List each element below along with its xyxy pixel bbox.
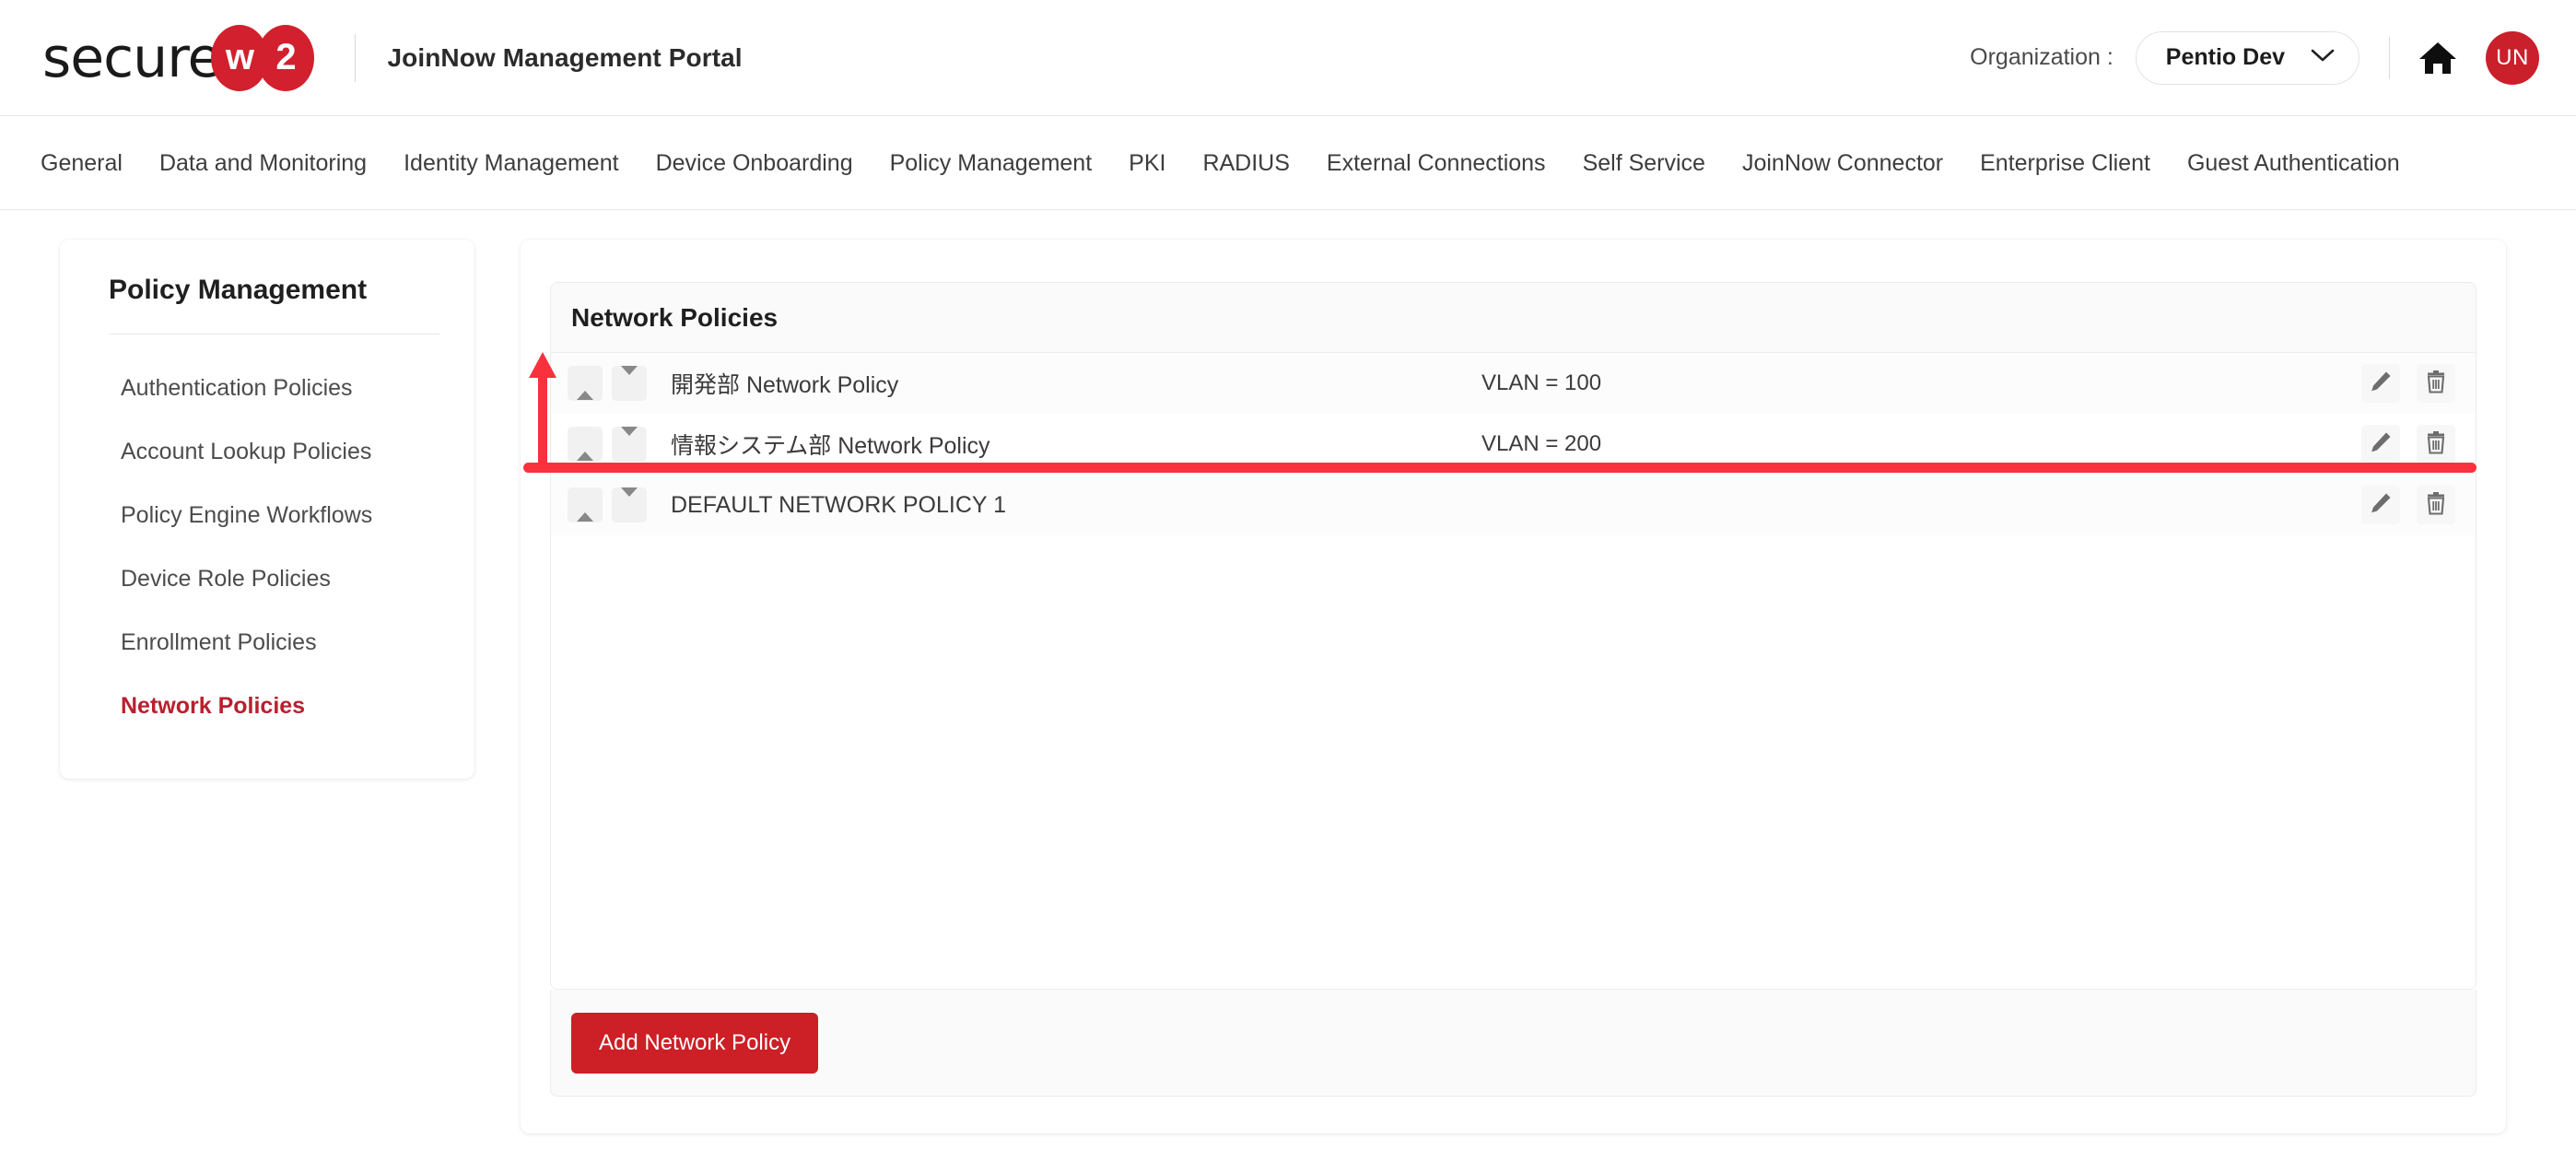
trash-icon xyxy=(2425,370,2447,398)
row-reorder-controls xyxy=(568,487,647,522)
sidebar-item-enrollment-policies[interactable]: Enrollment Policies xyxy=(60,611,474,675)
pencil-icon xyxy=(2369,430,2393,459)
table-row: 情報システム部 Network Policy VLAN = 200 xyxy=(551,414,2476,475)
securew2-logo[interactable]: secure w 2 xyxy=(42,24,315,91)
row-reorder-controls xyxy=(568,427,647,462)
arrow-up-icon xyxy=(577,375,593,400)
panel-footer: Add Network Policy xyxy=(550,990,2476,1097)
header-divider xyxy=(2389,36,2390,79)
nav-item-identity-management[interactable]: Identity Management xyxy=(385,116,637,210)
top-header-bar: secure w 2 JoinNow Management Portal Org… xyxy=(0,0,2576,116)
pencil-icon xyxy=(2369,491,2393,520)
policy-vlan: VLAN = 200 xyxy=(1481,431,1602,456)
network-policies-card: Network Policies 開発部 Network Policy VLAN … xyxy=(521,240,2506,1133)
page-body: Policy Management Authentication Policie… xyxy=(0,210,2576,1174)
policy-table-body: 開発部 Network Policy VLAN = 100 情報システム部 Netw… xyxy=(551,353,2476,989)
nav-item-radius[interactable]: RADIUS xyxy=(1184,116,1307,210)
nav-item-pki[interactable]: PKI xyxy=(1110,116,1184,210)
table-row: 開発部 Network Policy VLAN = 100 xyxy=(551,353,2476,414)
sidebar-card: Policy Management Authentication Policie… xyxy=(60,240,474,779)
logo-ovals: w 2 xyxy=(211,24,315,91)
policy-name: DEFAULT NETWORK POLICY 1 xyxy=(671,491,1006,518)
table-row: DEFAULT NETWORK POLICY 1 xyxy=(551,475,2476,535)
nav-item-device-onboarding[interactable]: Device Onboarding xyxy=(638,116,872,210)
sidebar-item-device-role-policies[interactable]: Device Role Policies xyxy=(60,547,474,611)
organization-selector[interactable]: Pentio Dev xyxy=(2135,30,2359,85)
nav-item-joinnow-connector[interactable]: JoinNow Connector xyxy=(1724,116,1961,210)
nav-item-guest-authentication[interactable]: Guest Authentication xyxy=(2169,116,2418,210)
page-title: JoinNow Management Portal xyxy=(387,42,743,72)
sidebar-item-authentication-policies[interactable]: Authentication Policies xyxy=(60,357,474,420)
row-actions xyxy=(2361,425,2455,464)
arrow-down-icon xyxy=(621,427,638,452)
nav-item-policy-management[interactable]: Policy Management xyxy=(872,116,1111,210)
move-down-button[interactable] xyxy=(612,427,647,462)
edit-policy-button[interactable] xyxy=(2361,425,2400,464)
add-network-policy-button[interactable]: Add Network Policy xyxy=(571,1012,819,1074)
nav-item-external-connections[interactable]: External Connections xyxy=(1308,116,1564,210)
sidebar-list: Authentication Policies Account Lookup Po… xyxy=(60,335,474,738)
edit-policy-button[interactable] xyxy=(2361,486,2400,524)
logo-wordmark: secure xyxy=(42,25,221,90)
sidebar-title: Policy Management xyxy=(109,275,368,305)
delete-policy-button[interactable] xyxy=(2417,425,2455,464)
network-policies-panel: Network Policies 開発部 Network Policy VLAN … xyxy=(550,282,2476,990)
policy-vlan: VLAN = 100 xyxy=(1481,370,1602,395)
delete-policy-button[interactable] xyxy=(2417,364,2455,403)
main-navigation: General Data and Monitoring Identity Manag… xyxy=(0,116,2576,210)
organization-label: Organization : xyxy=(1970,44,2113,70)
header-right-controls: Organization : Pentio Dev UN xyxy=(1970,30,2576,85)
brand-area: secure w 2 JoinNow Management Portal xyxy=(0,24,743,91)
nav-item-self-service[interactable]: Self Service xyxy=(1564,116,1724,210)
policy-name: 開発部 Network Policy xyxy=(671,372,899,398)
sidebar-item-account-lookup-policies[interactable]: Account Lookup Policies xyxy=(60,420,474,484)
row-actions xyxy=(2361,486,2455,524)
pencil-icon xyxy=(2369,370,2393,398)
move-down-button[interactable] xyxy=(612,487,647,522)
arrow-down-icon xyxy=(621,366,638,392)
delete-policy-button[interactable] xyxy=(2417,486,2455,524)
home-icon[interactable] xyxy=(2418,40,2458,76)
avatar[interactable]: UN xyxy=(2486,30,2539,85)
edit-policy-button[interactable] xyxy=(2361,364,2400,403)
sidebar-item-policy-engine-workflows[interactable]: Policy Engine Workflows xyxy=(60,484,474,547)
arrow-up-icon xyxy=(577,497,593,522)
move-up-button[interactable] xyxy=(568,487,603,522)
trash-icon xyxy=(2425,491,2447,520)
policy-name: 情報システム部 Network Policy xyxy=(671,433,990,459)
move-up-button[interactable] xyxy=(568,427,603,462)
panel-header: Network Policies xyxy=(551,283,2476,353)
arrow-up-icon xyxy=(577,436,593,461)
trash-icon xyxy=(2425,430,2447,459)
chevron-down-icon xyxy=(2311,48,2335,67)
row-actions xyxy=(2361,364,2455,403)
move-up-button[interactable] xyxy=(568,366,603,401)
avatar-initials: UN xyxy=(2496,44,2529,70)
organization-value: Pentio Dev xyxy=(2165,44,2285,70)
logo-oval-2: 2 xyxy=(257,24,315,91)
sidebar-item-network-policies[interactable]: Network Policies xyxy=(60,675,474,738)
arrow-down-icon xyxy=(621,487,638,513)
nav-item-data-and-monitoring[interactable]: Data and Monitoring xyxy=(141,116,385,210)
panel-title: Network Policies xyxy=(571,302,779,332)
row-reorder-controls xyxy=(568,366,647,401)
brand-divider xyxy=(355,33,357,82)
nav-item-enterprise-client[interactable]: Enterprise Client xyxy=(1961,116,2169,210)
move-down-button[interactable] xyxy=(612,366,647,401)
nav-item-general[interactable]: General xyxy=(37,116,141,210)
